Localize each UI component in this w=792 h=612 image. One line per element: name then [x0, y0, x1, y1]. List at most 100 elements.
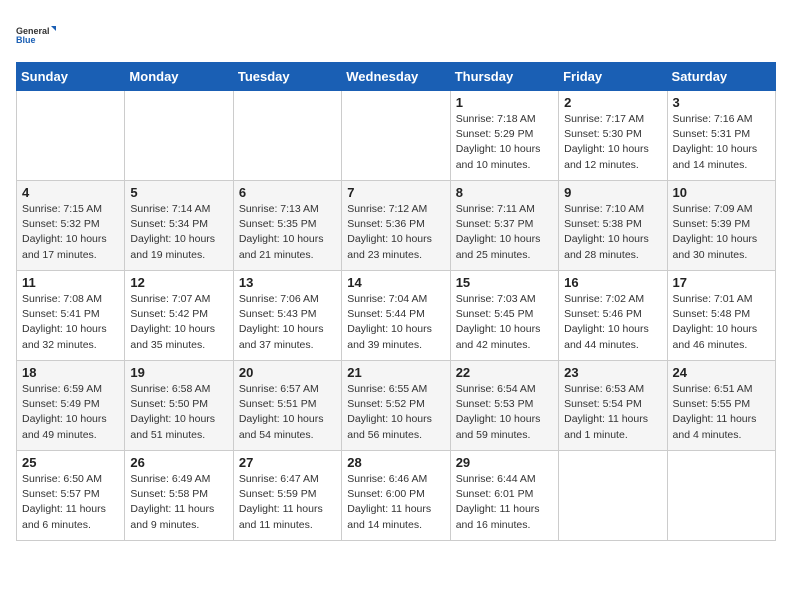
day-info: Sunrise: 7:16 AMSunset: 5:31 PMDaylight:…	[673, 112, 770, 173]
day-info: Sunrise: 7:14 AMSunset: 5:34 PMDaylight:…	[130, 202, 227, 263]
calendar-cell: 7 Sunrise: 7:12 AMSunset: 5:36 PMDaylight…	[342, 181, 450, 271]
weekday-header-saturday: Saturday	[667, 63, 775, 91]
weekday-header-monday: Monday	[125, 63, 233, 91]
calendar-cell: 10 Sunrise: 7:09 AMSunset: 5:39 PMDayligh…	[667, 181, 775, 271]
week-row-4: 18 Sunrise: 6:59 AMSunset: 5:49 PMDayligh…	[17, 361, 776, 451]
weekday-header-tuesday: Tuesday	[233, 63, 341, 91]
calendar-cell: 1Sunrise: 7:18 AMSunset: 5:29 PMDaylight…	[450, 91, 558, 181]
day-info: Sunrise: 7:10 AMSunset: 5:38 PMDaylight:…	[564, 202, 661, 263]
weekday-header-row: SundayMondayTuesdayWednesdayThursdayFrid…	[17, 63, 776, 91]
day-info: Sunrise: 7:11 AMSunset: 5:37 PMDaylight:…	[456, 202, 553, 263]
calendar-cell: 6 Sunrise: 7:13 AMSunset: 5:35 PMDaylight…	[233, 181, 341, 271]
calendar-cell: 13 Sunrise: 7:06 AMSunset: 5:43 PMDayligh…	[233, 271, 341, 361]
day-info: Sunrise: 6:55 AMSunset: 5:52 PMDaylight:…	[347, 382, 444, 443]
weekday-header-sunday: Sunday	[17, 63, 125, 91]
day-info: Sunrise: 6:58 AMSunset: 5:50 PMDaylight:…	[130, 382, 227, 443]
calendar-cell: 16 Sunrise: 7:02 AMSunset: 5:46 PMDayligh…	[559, 271, 667, 361]
logo-svg: General Blue	[16, 16, 56, 54]
day-info: Sunrise: 6:51 AMSunset: 5:55 PMDaylight:…	[673, 382, 770, 443]
day-number: 7	[347, 185, 444, 200]
calendar-cell: 2 Sunrise: 7:17 AMSunset: 5:30 PMDaylight…	[559, 91, 667, 181]
day-number: 20	[239, 365, 336, 380]
calendar-cell	[233, 91, 341, 181]
calendar-cell: 4 Sunrise: 7:15 AMSunset: 5:32 PMDaylight…	[17, 181, 125, 271]
calendar-cell: 28 Sunrise: 6:46 AMSunset: 6:00 PMDayligh…	[342, 451, 450, 541]
day-number: 21	[347, 365, 444, 380]
day-number: 9	[564, 185, 661, 200]
day-info: Sunrise: 7:06 AMSunset: 5:43 PMDaylight:…	[239, 292, 336, 353]
calendar-cell: 29 Sunrise: 6:44 AMSunset: 6:01 PMDayligh…	[450, 451, 558, 541]
calendar-cell: 18 Sunrise: 6:59 AMSunset: 5:49 PMDayligh…	[17, 361, 125, 451]
day-number: 29	[456, 455, 553, 470]
day-number: 13	[239, 275, 336, 290]
day-info: Sunrise: 7:07 AMSunset: 5:42 PMDaylight:…	[130, 292, 227, 353]
day-info: Sunrise: 6:46 AMSunset: 6:00 PMDaylight:…	[347, 472, 444, 533]
day-info: Sunrise: 6:50 AMSunset: 5:57 PMDaylight:…	[22, 472, 119, 533]
day-info: Sunrise: 6:54 AMSunset: 5:53 PMDaylight:…	[456, 382, 553, 443]
calendar-cell: 25 Sunrise: 6:50 AMSunset: 5:57 PMDayligh…	[17, 451, 125, 541]
calendar-cell	[559, 451, 667, 541]
day-info: Sunrise: 6:44 AMSunset: 6:01 PMDaylight:…	[456, 472, 553, 533]
day-info: Sunrise: 7:15 AMSunset: 5:32 PMDaylight:…	[22, 202, 119, 263]
calendar-cell	[667, 451, 775, 541]
calendar-cell: 14Sunrise: 7:04 AMSunset: 5:44 PMDayligh…	[342, 271, 450, 361]
calendar-cell: 26Sunrise: 6:49 AMSunset: 5:58 PMDayligh…	[125, 451, 233, 541]
calendar-cell: 5 Sunrise: 7:14 AMSunset: 5:34 PMDaylight…	[125, 181, 233, 271]
logo: General Blue	[16, 16, 56, 54]
week-row-5: 25 Sunrise: 6:50 AMSunset: 5:57 PMDayligh…	[17, 451, 776, 541]
day-info: Sunrise: 7:13 AMSunset: 5:35 PMDaylight:…	[239, 202, 336, 263]
day-number: 26	[130, 455, 227, 470]
day-number: 19	[130, 365, 227, 380]
calendar-cell	[125, 91, 233, 181]
day-info: Sunrise: 7:09 AMSunset: 5:39 PMDaylight:…	[673, 202, 770, 263]
day-info: Sunrise: 7:17 AMSunset: 5:30 PMDaylight:…	[564, 112, 661, 173]
day-number: 22	[456, 365, 553, 380]
day-info: Sunrise: 7:01 AMSunset: 5:48 PMDaylight:…	[673, 292, 770, 353]
week-row-1: 1Sunrise: 7:18 AMSunset: 5:29 PMDaylight…	[17, 91, 776, 181]
day-info: Sunrise: 6:53 AMSunset: 5:54 PMDaylight:…	[564, 382, 661, 443]
calendar-cell: 17 Sunrise: 7:01 AMSunset: 5:48 PMDayligh…	[667, 271, 775, 361]
day-number: 2	[564, 95, 661, 110]
day-info: Sunrise: 7:04 AMSunset: 5:44 PMDaylight:…	[347, 292, 444, 353]
day-number: 25	[22, 455, 119, 470]
day-number: 12	[130, 275, 227, 290]
day-info: Sunrise: 6:59 AMSunset: 5:49 PMDaylight:…	[22, 382, 119, 443]
day-info: Sunrise: 6:47 AMSunset: 5:59 PMDaylight:…	[239, 472, 336, 533]
calendar-cell	[17, 91, 125, 181]
calendar-cell: 19 Sunrise: 6:58 AMSunset: 5:50 PMDayligh…	[125, 361, 233, 451]
calendar-cell: 24 Sunrise: 6:51 AMSunset: 5:55 PMDayligh…	[667, 361, 775, 451]
week-row-2: 4 Sunrise: 7:15 AMSunset: 5:32 PMDaylight…	[17, 181, 776, 271]
calendar-cell: 15 Sunrise: 7:03 AMSunset: 5:45 PMDayligh…	[450, 271, 558, 361]
calendar-cell	[342, 91, 450, 181]
calendar-cell: 3 Sunrise: 7:16 AMSunset: 5:31 PMDaylight…	[667, 91, 775, 181]
weekday-header-thursday: Thursday	[450, 63, 558, 91]
calendar-cell: 21 Sunrise: 6:55 AMSunset: 5:52 PMDayligh…	[342, 361, 450, 451]
calendar-cell: 27 Sunrise: 6:47 AMSunset: 5:59 PMDayligh…	[233, 451, 341, 541]
calendar-cell: 8Sunrise: 7:11 AMSunset: 5:37 PMDaylight…	[450, 181, 558, 271]
day-info: Sunrise: 7:08 AMSunset: 5:41 PMDaylight:…	[22, 292, 119, 353]
day-number: 1	[456, 95, 553, 110]
day-number: 4	[22, 185, 119, 200]
day-number: 28	[347, 455, 444, 470]
calendar-cell: 11Sunrise: 7:08 AMSunset: 5:41 PMDayligh…	[17, 271, 125, 361]
day-number: 15	[456, 275, 553, 290]
day-number: 10	[673, 185, 770, 200]
day-info: Sunrise: 7:12 AMSunset: 5:36 PMDaylight:…	[347, 202, 444, 263]
calendar-cell: 22 Sunrise: 6:54 AMSunset: 5:53 PMDayligh…	[450, 361, 558, 451]
day-number: 24	[673, 365, 770, 380]
day-number: 18	[22, 365, 119, 380]
day-number: 17	[673, 275, 770, 290]
day-number: 5	[130, 185, 227, 200]
header: General Blue	[16, 16, 776, 54]
day-info: Sunrise: 7:02 AMSunset: 5:46 PMDaylight:…	[564, 292, 661, 353]
day-info: Sunrise: 7:03 AMSunset: 5:45 PMDaylight:…	[456, 292, 553, 353]
svg-text:Blue: Blue	[16, 35, 36, 45]
day-number: 16	[564, 275, 661, 290]
day-number: 6	[239, 185, 336, 200]
day-number: 23	[564, 365, 661, 380]
day-info: Sunrise: 6:57 AMSunset: 5:51 PMDaylight:…	[239, 382, 336, 443]
calendar-cell: 20 Sunrise: 6:57 AMSunset: 5:51 PMDayligh…	[233, 361, 341, 451]
day-number: 3	[673, 95, 770, 110]
day-number: 27	[239, 455, 336, 470]
svg-text:General: General	[16, 26, 50, 36]
